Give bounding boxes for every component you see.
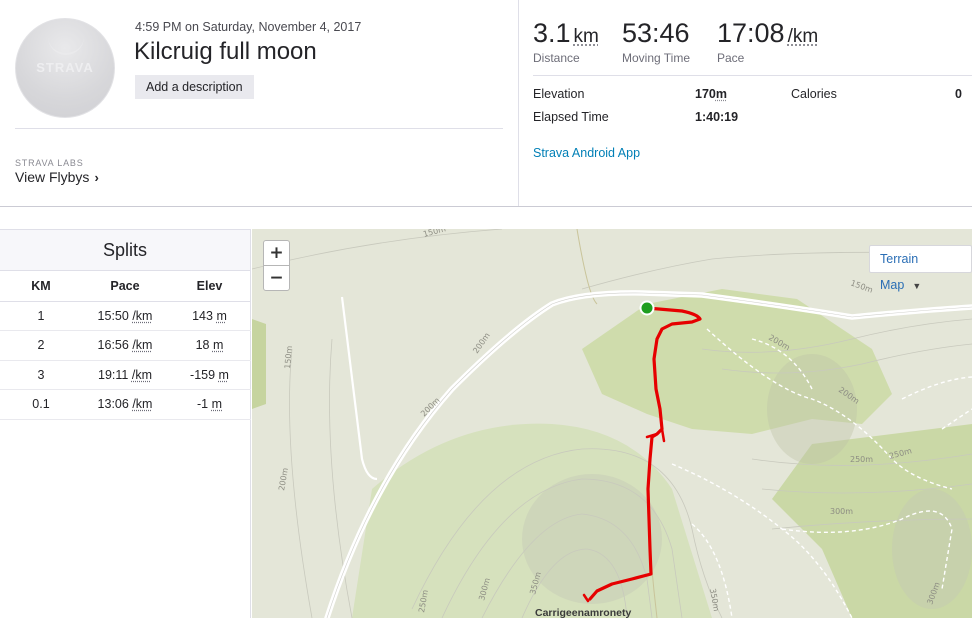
elev-unit: m	[212, 338, 224, 353]
elevation-unit: m	[715, 87, 727, 101]
map-type-dropdown[interactable]: Terrain Map ▼	[869, 245, 972, 292]
elev-number: -159	[190, 367, 216, 382]
forest-area	[252, 319, 266, 409]
stat-distance: 3.1 km Distance	[533, 18, 599, 65]
column-header-elev: Elev	[168, 271, 251, 302]
split-elev: -159 m	[168, 360, 251, 390]
strava-logo: STRAVA	[36, 60, 94, 75]
stat-pace: 17:08/km Pace	[717, 18, 818, 65]
chevron-right-icon: ›	[94, 170, 99, 185]
view-flybys-label: View Flybys	[15, 169, 90, 185]
elev-number: 143	[192, 308, 213, 323]
elapsed-time-label: Elapsed Time	[533, 110, 609, 124]
add-description-button[interactable]: Add a description	[135, 75, 254, 99]
pace-number: 16:56	[97, 338, 129, 353]
pace-unit: /km	[132, 308, 153, 323]
split-km: 2	[0, 330, 82, 361]
divider	[0, 206, 972, 207]
device-app-link[interactable]: Strava Android App	[533, 146, 640, 160]
splits-table: KM Pace Elev 1 15:50 /km 143 m 2 16:56 /…	[0, 271, 251, 420]
elevation-number: 170	[695, 87, 716, 101]
avatar-collar-shape	[48, 31, 84, 55]
split-pace: 16:56 /km	[82, 330, 168, 361]
strava-labs-kicker: STRAVA LABS	[15, 158, 84, 168]
pace-unit: /km	[132, 397, 153, 412]
elev-number: 18	[195, 338, 210, 353]
divider	[518, 0, 519, 206]
table-row: 3 19:11 /km -159 m	[0, 360, 251, 390]
split-pace: 13:06 /km	[82, 389, 168, 420]
elev-unit: m	[218, 367, 229, 382]
activity-date: 4:59 PM on Saturday, November 4, 2017	[135, 20, 362, 34]
start-marker[interactable]	[639, 300, 655, 316]
zoom-out-button[interactable]: −	[263, 265, 290, 291]
view-flybys-link[interactable]: View Flybys ›	[15, 169, 99, 185]
pace-number: 13:06	[97, 397, 129, 412]
pace-unit: /km	[131, 367, 152, 382]
activity-title: Kilcruig full moon	[134, 38, 317, 65]
hill-shade	[767, 354, 857, 464]
elev-unit: m	[216, 308, 227, 323]
pace-value: 17:08	[717, 18, 785, 48]
split-km: 1	[0, 301, 82, 331]
table-row: 0.1 13:06 /km -1 m	[0, 389, 251, 420]
split-km: 0.1	[0, 389, 82, 420]
divider	[533, 75, 972, 76]
pace-unit: /km	[787, 26, 819, 47]
elevation-label: Elevation	[533, 87, 585, 101]
pace-number: 19:11	[98, 367, 129, 382]
moving-time-label: Moving Time	[622, 51, 691, 65]
split-pace: 15:50 /km	[82, 301, 168, 331]
split-km: 3	[0, 360, 82, 390]
split-pace: 19:11 /km	[82, 360, 168, 390]
place-label: Carrigeenamronety	[535, 607, 631, 618]
split-elev: 18 m	[168, 330, 251, 361]
caret-down-icon: ▼	[912, 281, 922, 291]
elevation-value: 170m	[695, 87, 727, 101]
zoom-in-button[interactable]: +	[263, 240, 290, 266]
column-header-pace: Pace	[82, 271, 168, 302]
splits-panel: Splits KM Pace Elev 1 15:50 /km 143 m 2 …	[0, 229, 251, 618]
hill-shade	[522, 474, 662, 604]
distance-unit: km	[573, 26, 599, 47]
divider	[15, 128, 503, 129]
column-header-km: KM	[0, 271, 82, 302]
elev-unit: m	[211, 397, 223, 412]
calories-value: 0	[955, 87, 962, 101]
table-row: 2 16:56 /km 18 m	[0, 330, 251, 361]
stat-moving-time: 53:46 Moving Time	[622, 18, 690, 65]
table-row: 1 15:50 /km 143 m	[0, 301, 251, 331]
moving-time-value: 53:46	[622, 18, 690, 48]
splits-header-row: KM Pace Elev	[0, 271, 251, 302]
elapsed-time-value: 1:40:19	[695, 110, 739, 124]
terrain-map-canvas[interactable]: 150m 150m 150m 200m 200m 200m 200m 200m …	[252, 229, 972, 618]
activity-header: STRAVA 4:59 PM on Saturday, November 4, …	[0, 0, 518, 206]
distance-value: 3.1	[533, 18, 571, 48]
pace-number: 15:50	[97, 308, 129, 323]
split-elev: -1 m	[168, 389, 251, 420]
avatar[interactable]: STRAVA	[15, 18, 115, 118]
activity-stats: 3.1 km Distance 53:46 Moving Time 17:08/k…	[533, 0, 972, 206]
split-elev: 143 m	[168, 301, 251, 331]
calories-label: Calories	[791, 87, 837, 101]
pace-unit: /km	[132, 338, 153, 353]
contour-label: 250m	[850, 455, 873, 464]
pace-label: Pace	[717, 51, 745, 65]
elev-number: -1	[196, 397, 209, 412]
splits-title: Splits	[0, 229, 250, 271]
distance-label: Distance	[533, 51, 580, 65]
contour-label: 300m	[830, 507, 853, 516]
stat-value: 3.1 km	[533, 18, 599, 49]
stat-value: 17:08/km	[717, 18, 818, 49]
route-map[interactable]: 150m 150m 150m 200m 200m 200m 200m 200m …	[252, 229, 972, 618]
